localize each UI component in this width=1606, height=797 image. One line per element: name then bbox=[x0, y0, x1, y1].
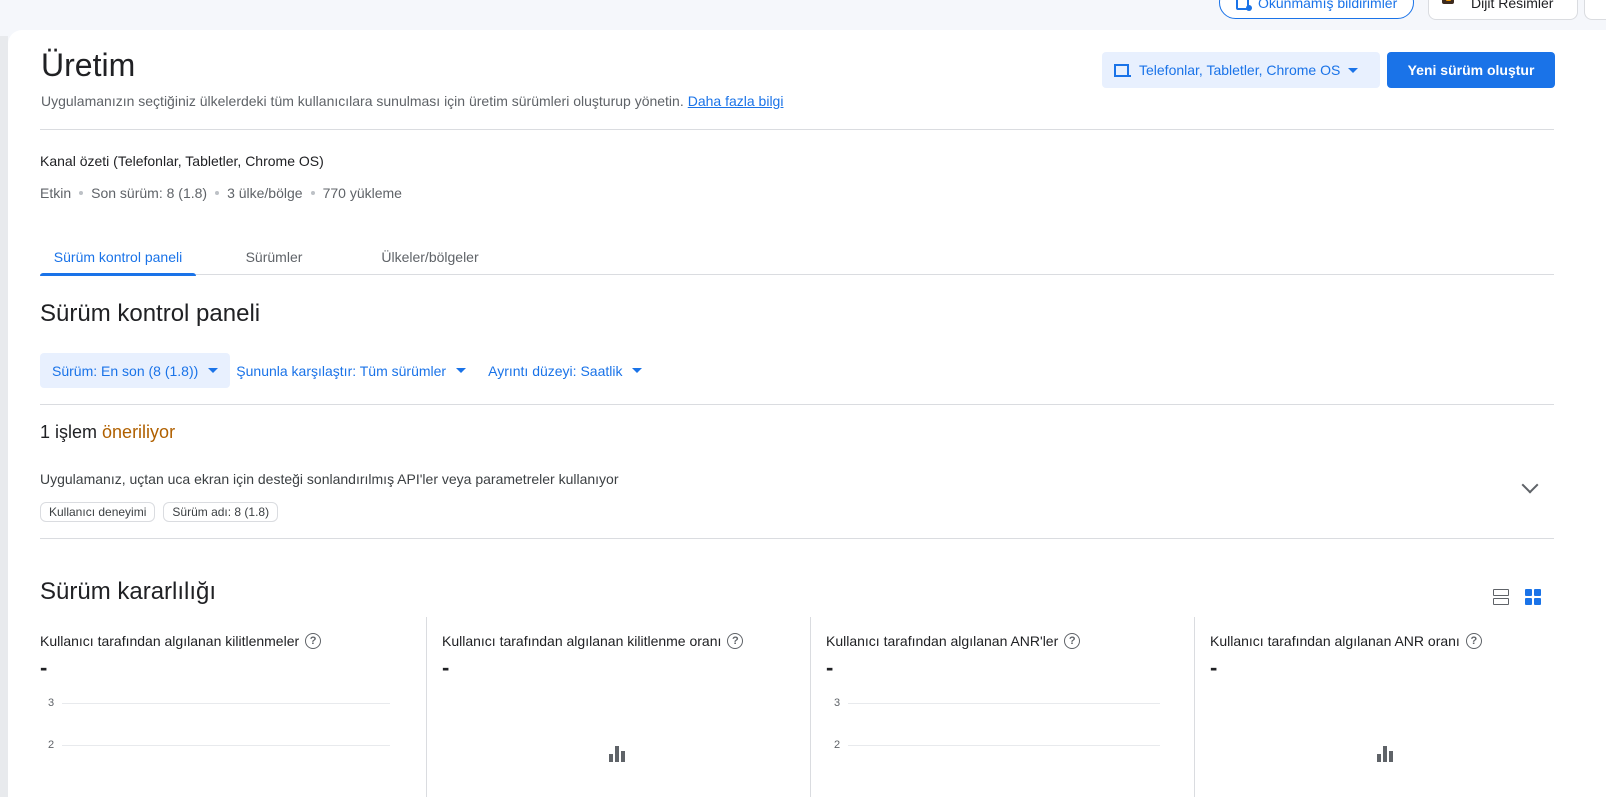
create-release-button[interactable]: Yeni sürüm oluştur bbox=[1387, 52, 1555, 88]
track-summary-title: Kanal özeti (Telefonlar, Tabletler, Chro… bbox=[40, 153, 324, 169]
dropdown-arrow-icon bbox=[456, 368, 467, 373]
divider bbox=[40, 404, 1554, 405]
track-summary-row: Etkin Son sürüm: 8 (1.8) 3 ülke/bölge 77… bbox=[40, 185, 402, 201]
card-title: Kullanıcı tarafından algılanan kilitlenm… bbox=[442, 633, 744, 649]
latest-release: Son sürüm: 8 (1.8) bbox=[91, 185, 208, 201]
top-bar: Okunmamış bildirimler Dijit Resimler bbox=[0, 0, 1606, 30]
card-value: - bbox=[442, 655, 450, 680]
card-title: Kullanıcı tarafından algılanan ANR oranı… bbox=[1210, 633, 1482, 649]
page-title: Üretim bbox=[41, 47, 136, 83]
overflow-button[interactable] bbox=[1584, 0, 1606, 20]
tab-releases[interactable]: Sürümler bbox=[228, 238, 320, 275]
card-title-text: Kullanıcı tarafından algılanan kilitlenm… bbox=[442, 633, 722, 649]
dropdown-arrow-icon bbox=[208, 368, 219, 373]
release-filter-label: Sürüm: En son (8 (1.8)) bbox=[52, 362, 199, 379]
help-icon[interactable]: ? bbox=[1064, 633, 1081, 649]
card-title: Kullanıcı tarafından algılanan kilitlenm… bbox=[40, 633, 322, 649]
filter-bar: Sürüm: En son (8 (1.8)) Şununla karşılaş… bbox=[40, 353, 654, 388]
separator-dot bbox=[79, 191, 84, 195]
y-tick-label: 2 bbox=[834, 739, 841, 751]
compare-filter-label: Şununla karşılaştır: Tüm sürümler bbox=[236, 362, 447, 379]
gridline bbox=[848, 745, 1160, 746]
unread-notifications-label: Okunmamış bildirimler bbox=[1258, 0, 1398, 11]
card-title-text: Kullanıcı tarafından algılanan ANR'ler bbox=[826, 633, 1059, 649]
help-icon[interactable]: ? bbox=[305, 633, 322, 649]
track-status: Etkin bbox=[40, 185, 72, 201]
device-type-label: Telefonlar, Tabletler, Chrome OS bbox=[1139, 62, 1341, 78]
view-toggle bbox=[1493, 589, 1541, 605]
device-type-selector[interactable]: Telefonlar, Tabletler, Chrome OS bbox=[1102, 52, 1380, 88]
tag-chip: Kullanıcı deneyimi bbox=[40, 502, 156, 522]
y-tick-label: 2 bbox=[48, 739, 55, 751]
app-selector-button[interactable]: Dijit Resimler bbox=[1428, 0, 1578, 20]
stability-card: Kullanıcı tarafından algılanan kilitlenm… bbox=[40, 617, 426, 797]
unread-notifications-button[interactable]: Okunmamış bildirimler bbox=[1219, 0, 1415, 19]
dashboard-title: Sürüm kontrol paneli bbox=[40, 300, 261, 327]
main-content: Üretim Uygulamanızın seçtiğiniz ülkelerd… bbox=[8, 30, 1606, 797]
recommendation-text: Uygulamanız, uçtan uca ekran için desteğ… bbox=[40, 471, 619, 487]
recommended-actions-count: 1 işlem bbox=[40, 422, 98, 442]
stability-card: Kullanıcı tarafından algılanan kilitlenm… bbox=[426, 617, 810, 797]
tab-bar: Sürüm kontrol paneli Sürümler Ülkeler/bö… bbox=[40, 238, 1554, 276]
card-value: - bbox=[1210, 655, 1218, 680]
gridline bbox=[848, 703, 1160, 704]
recommendation-tags: Kullanıcı deneyimi Sürüm adı: 8 (1.8) bbox=[40, 502, 279, 522]
learn-more-link[interactable]: Daha fazla bilgi bbox=[688, 93, 784, 109]
release-filter[interactable]: Sürüm: En son (8 (1.8)) bbox=[40, 353, 231, 388]
stability-card: Kullanıcı tarafından algılanan ANR'ler ?… bbox=[810, 617, 1194, 797]
devices-icon bbox=[1114, 63, 1131, 77]
granularity-filter-label: Ayrıntı düzeyi: Saatlik bbox=[488, 362, 623, 379]
help-icon[interactable]: ? bbox=[1465, 633, 1482, 649]
app-name: Dijit Resimler bbox=[1471, 0, 1554, 11]
no-data-chart-icon bbox=[1377, 746, 1395, 762]
tab-release-dashboard[interactable]: Sürüm kontrol paneli bbox=[40, 238, 196, 276]
tab-countries[interactable]: Ülkeler/bölgeler bbox=[364, 238, 496, 275]
list-view-icon[interactable] bbox=[1493, 589, 1509, 605]
card-title-text: Kullanıcı tarafından algılanan kilitlenm… bbox=[40, 633, 300, 649]
gridline bbox=[62, 703, 390, 704]
recommended-actions-accent: öneriliyor bbox=[102, 422, 176, 442]
dropdown-arrow-icon bbox=[632, 368, 643, 373]
app-logo-icon bbox=[1437, 0, 1459, 14]
y-tick-label: 3 bbox=[834, 697, 841, 709]
card-title-text: Kullanıcı tarafından algılanan ANR oranı bbox=[1210, 633, 1460, 649]
tag-chip: Sürüm adı: 8 (1.8) bbox=[163, 502, 279, 522]
country-count: 3 ülke/bölge bbox=[227, 185, 303, 201]
y-tick-label: 3 bbox=[48, 697, 55, 709]
page-subtitle: Uygulamanızın seçtiğiniz ülkelerdeki tüm… bbox=[41, 93, 783, 109]
divider bbox=[40, 129, 1554, 130]
card-value: - bbox=[826, 655, 834, 680]
help-icon[interactable]: ? bbox=[727, 633, 744, 649]
stability-title: Sürüm kararlılığı bbox=[40, 578, 217, 605]
stability-card: Kullanıcı tarafından algılanan ANR oranı… bbox=[1194, 617, 1554, 797]
dropdown-arrow-icon bbox=[1348, 67, 1359, 73]
expand-chevron-icon[interactable] bbox=[1521, 476, 1539, 494]
compare-filter[interactable]: Şununla karşılaştır: Tüm sürümler bbox=[226, 353, 478, 388]
divider bbox=[40, 538, 1554, 539]
sidebar-edge bbox=[0, 36, 8, 797]
notification-icon bbox=[1234, 0, 1252, 12]
recommended-actions-title: 1 işlem öneriliyor bbox=[40, 422, 175, 443]
card-value: - bbox=[40, 655, 48, 680]
grid-view-icon[interactable] bbox=[1525, 589, 1541, 605]
granularity-filter[interactable]: Ayrıntı düzeyi: Saatlik bbox=[478, 353, 654, 388]
gridline bbox=[62, 745, 390, 746]
page-subtitle-text: Uygulamanızın seçtiğiniz ülkelerdeki tüm… bbox=[41, 93, 684, 109]
install-count: 770 yükleme bbox=[322, 185, 402, 201]
separator-dot bbox=[215, 191, 220, 195]
separator-dot bbox=[310, 191, 315, 195]
card-title: Kullanıcı tarafından algılanan ANR'ler ? bbox=[826, 633, 1081, 649]
stability-cards: Kullanıcı tarafından algılanan kilitlenm… bbox=[40, 617, 1554, 797]
no-data-chart-icon bbox=[609, 746, 627, 762]
